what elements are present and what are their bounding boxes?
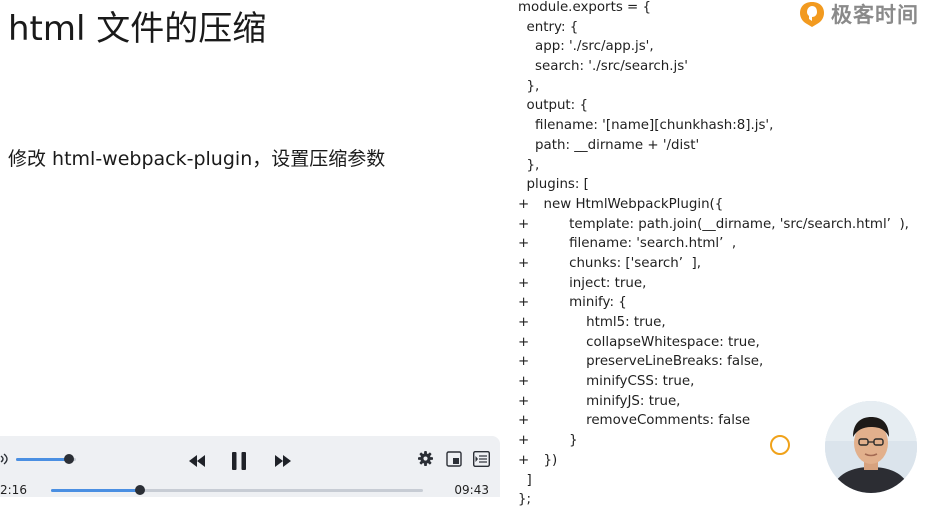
code-text: removeComments: false — [518, 413, 751, 429]
playlist-icon[interactable] — [473, 451, 490, 467]
settings-icon[interactable] — [418, 451, 433, 466]
code-text: plugins: [ — [518, 177, 589, 193]
picture-in-picture-icon[interactable] — [446, 451, 462, 467]
volume-icon[interactable] — [0, 452, 10, 466]
code-text: preserveLineBreaks: false, — [518, 354, 764, 370]
code-text: }, — [518, 78, 540, 94]
code-line: path: __dirname + '/dist' — [518, 136, 909, 156]
seek-progress — [51, 489, 141, 492]
volume-level — [16, 458, 69, 461]
code-line: + inject: true, — [518, 274, 909, 294]
fast-forward-icon[interactable] — [274, 454, 292, 468]
code-line: }, — [518, 77, 909, 97]
presenter-avatar — [825, 401, 917, 493]
code-text: chunks: ['search’ ], — [518, 255, 702, 271]
code-line: output: { — [518, 96, 909, 116]
code-line: filename: '[name][chunkhash:8].js', — [518, 116, 909, 136]
code-text: } — [518, 433, 578, 449]
code-text: filename: '[name][chunkhash:8].js', — [518, 118, 774, 134]
code-line: }; — [518, 490, 909, 510]
code-line: + new HtmlWebpackPlugin({ — [518, 195, 909, 215]
code-text: }, — [518, 157, 540, 173]
code-text: new HtmlWebpackPlugin({ — [518, 196, 724, 212]
code-line: + minify: { — [518, 293, 909, 313]
slide-bullet: 修改 html-webpack-plugin，设置压缩参数 — [8, 148, 386, 170]
code-text: search: './src/search.js' — [518, 59, 688, 75]
code-text: html5: true, — [518, 315, 666, 330]
code-line: module.exports = { — [518, 0, 909, 18]
total-time: 09:43 — [454, 483, 489, 497]
code-line: app: './src/app.js', — [518, 37, 909, 57]
seek-bar[interactable] — [51, 489, 423, 492]
code-text: path: __dirname + '/dist' — [518, 137, 700, 153]
code-text: ] — [518, 472, 532, 488]
slide-title: html 文件的压缩 — [8, 9, 267, 49]
code-text: module.exports = { — [518, 0, 652, 15]
code-line: search: './src/search.js' — [518, 57, 909, 77]
elapsed-time: 2:16 — [0, 483, 27, 497]
code-line: plugins: [ — [518, 175, 909, 195]
pause-icon[interactable] — [230, 451, 248, 471]
code-line: + template: path.join(__dirname, 'src/se… — [518, 215, 909, 235]
code-line: + preserveLineBreaks: false, — [518, 352, 909, 372]
presenter-webcam — [825, 401, 917, 493]
code-text: collapseWhitespace: true, — [518, 334, 760, 350]
code-line: + chunks: ['search’ ], — [518, 254, 909, 274]
code-text: minifyJS: true, — [518, 393, 681, 409]
code-line: + collapseWhitespace: true, — [518, 333, 909, 353]
code-line: + minifyCSS: true, — [518, 372, 909, 392]
code-line: + filename: 'search.html’ , — [518, 234, 909, 254]
code-text: output: { — [518, 98, 588, 114]
rewind-icon[interactable] — [188, 454, 206, 468]
code-text: }; — [518, 492, 532, 508]
code-line: + html5: true, — [518, 313, 909, 333]
code-text: filename: 'search.html’ , — [518, 236, 737, 252]
code-text: minifyCSS: true, — [518, 374, 695, 390]
code-text: minify: { — [518, 295, 627, 311]
code-line: entry: { — [518, 18, 909, 38]
code-line: }, — [518, 156, 909, 176]
video-player-controls: 2:16 09:43 — [0, 436, 500, 497]
code-text: inject: true, — [518, 275, 647, 291]
code-text: entry: { — [518, 19, 579, 35]
code-text: }) — [518, 452, 558, 468]
seek-handle[interactable] — [135, 485, 146, 495]
code-text: template: path.join(__dirname, 'src/sear… — [518, 216, 909, 232]
volume-handle[interactable] — [63, 454, 74, 464]
code-text: app: './src/app.js', — [518, 39, 654, 55]
cursor-highlight — [770, 435, 790, 455]
